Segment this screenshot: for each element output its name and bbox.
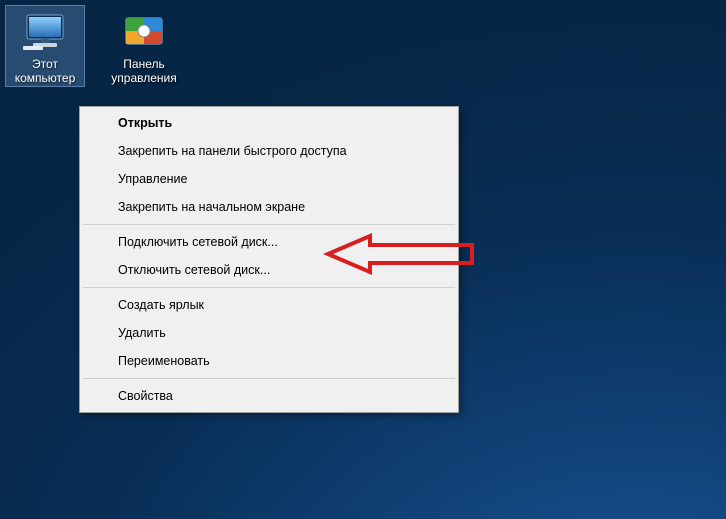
menu-item-disconnect-network-drive[interactable]: Отключить сетевой диск... [82,256,456,284]
menu-separator [83,287,455,288]
menu-item-create-shortcut[interactable]: Создать ярлык [82,291,456,319]
desktop-icon-label: Этот компьютер [6,56,84,86]
control-panel-icon [120,12,168,52]
desktop-icon-this-pc[interactable]: Этот компьютер [6,6,84,86]
desktop-icon-control-panel[interactable]: Панель управления [105,6,183,86]
menu-item-pin-start[interactable]: Закрепить на начальном экране [82,193,456,221]
menu-separator [83,378,455,379]
desktop-icon-label: Панель управления [105,56,183,86]
menu-item-rename[interactable]: Переименовать [82,347,456,375]
menu-item-delete[interactable]: Удалить [82,319,456,347]
menu-item-map-network-drive[interactable]: Подключить сетевой диск... [82,228,456,256]
this-pc-icon [21,12,69,52]
menu-item-open[interactable]: Открыть [82,109,456,137]
menu-item-properties[interactable]: Свойства [82,382,456,410]
menu-item-pin-quick-access[interactable]: Закрепить на панели быстрого доступа [82,137,456,165]
context-menu: Открыть Закрепить на панели быстрого дос… [79,106,459,413]
menu-item-manage[interactable]: Управление [82,165,456,193]
menu-separator [83,224,455,225]
